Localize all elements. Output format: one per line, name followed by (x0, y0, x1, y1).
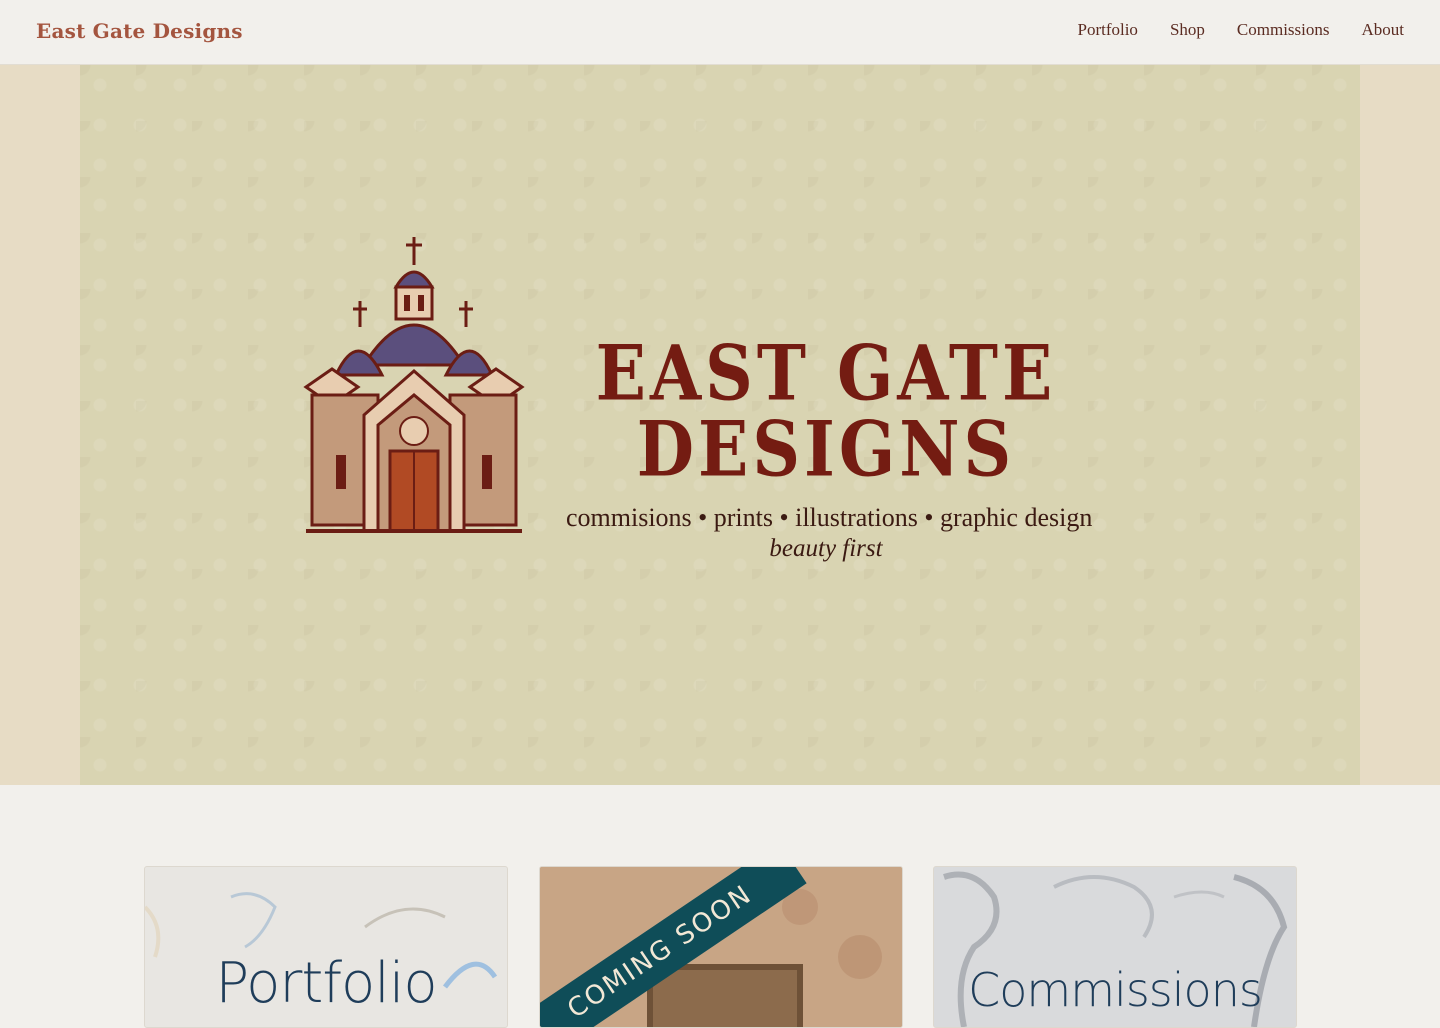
nav-shop[interactable]: Shop (1170, 20, 1205, 40)
main-nav: Portfolio Shop Commissions About (1077, 20, 1404, 40)
logo-title: EAST GATE DESIGNS (595, 328, 1057, 494)
nav-portfolio[interactable]: Portfolio (1077, 20, 1137, 40)
hero-banner: EAST GATE DESIGNS commisions • prints • … (80, 65, 1360, 785)
nav-about[interactable]: About (1362, 20, 1405, 40)
church-emblem-icon (303, 237, 525, 533)
commissions-card-title: Commissions (968, 963, 1263, 1017)
logo-subtitle: commisions • prints • illustrations • gr… (566, 503, 1093, 532)
nav-commissions[interactable]: Commissions (1237, 20, 1330, 40)
brand-link[interactable]: East Gate Designs (36, 19, 243, 43)
logo-tagline: beauty first (769, 535, 883, 562)
portfolio-card[interactable]: Portfolio (144, 866, 508, 1028)
logo-wordmark: EAST GATE DESIGNS commisions • prints • … (566, 335, 1093, 563)
portfolio-card-title: Portfolio (215, 951, 437, 1016)
commissions-card[interactable]: Commissions (933, 866, 1297, 1028)
site-header: East Gate Designs Portfolio Shop Commiss… (0, 0, 1440, 65)
shop-card[interactable]: COMING SOON (539, 866, 903, 1028)
